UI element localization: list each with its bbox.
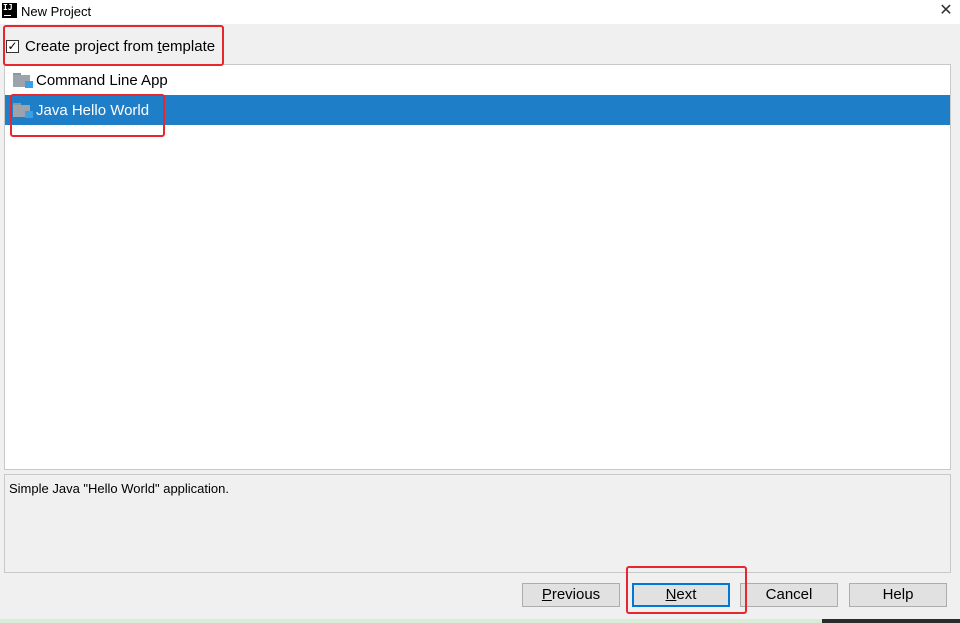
- list-item-command-line-app[interactable]: Command Line App: [5, 65, 950, 95]
- previous-button[interactable]: Previous: [522, 583, 620, 607]
- window-title: New Project: [21, 4, 92, 19]
- create-from-template-checkbox[interactable]: ✓: [6, 39, 19, 53]
- new-project-dialog: IJ New Project ✕ ✓ Create project from t…: [0, 0, 960, 623]
- folder-module-icon: [13, 72, 33, 88]
- folder-module-icon: [13, 102, 33, 118]
- create-from-template-label: Create project from template: [25, 38, 215, 55]
- previous-button-label: revious: [551, 586, 601, 603]
- next-button[interactable]: Next: [632, 583, 730, 607]
- intellij-app-icon: IJ: [2, 3, 17, 18]
- help-button[interactable]: Help: [849, 583, 947, 607]
- next-button-mnemonic: N: [665, 586, 677, 603]
- template-description-panel: Simple Java "Hello World" application.: [4, 474, 951, 573]
- taskbar-edge: [0, 619, 960, 623]
- title-bar: IJ New Project ✕: [0, 0, 960, 24]
- previous-button-mnemonic: P: [541, 586, 552, 603]
- list-item-label: Command Line App: [36, 71, 168, 89]
- create-from-template-label-suffix: emplate: [161, 37, 216, 55]
- template-list[interactable]: Command Line App Java Hello World: [4, 64, 951, 470]
- list-item-label: Java Hello World: [36, 101, 150, 119]
- list-item-java-hello-world[interactable]: Java Hello World: [5, 95, 950, 125]
- next-button-label: ext: [676, 586, 697, 603]
- cancel-button[interactable]: Cancel: [740, 583, 838, 607]
- template-description: Simple Java "Hello World" application.: [9, 481, 229, 496]
- close-icon[interactable]: ✕: [936, 1, 956, 21]
- create-from-template-option[interactable]: ✓ Create project from template: [6, 36, 215, 56]
- create-from-template-label-prefix: Create project from: [25, 37, 158, 55]
